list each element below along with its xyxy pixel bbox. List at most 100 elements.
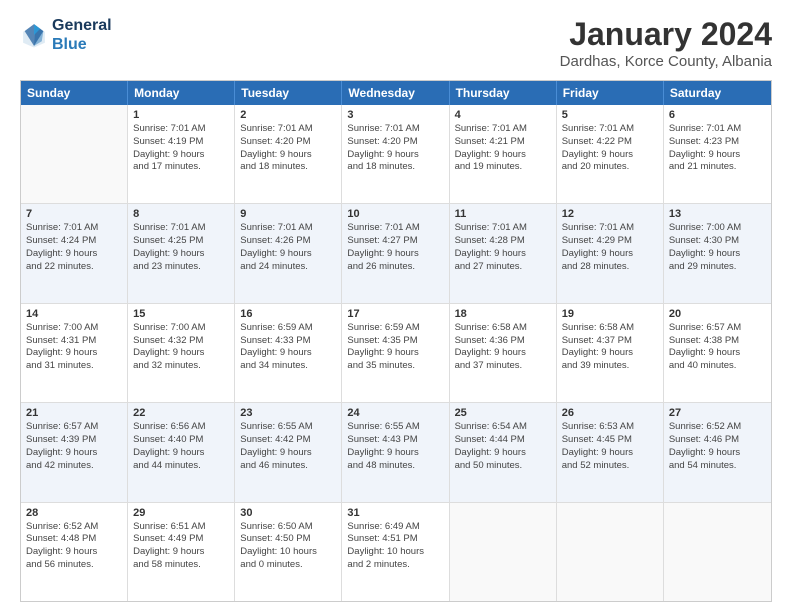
cell-info-line: Daylight: 9 hours	[26, 447, 122, 460]
cell-info-line: Sunset: 4:38 PM	[669, 335, 766, 348]
cell-info-line: and 26 minutes.	[347, 261, 443, 274]
day-number: 19	[562, 308, 658, 320]
cell-info-line: Sunset: 4:21 PM	[455, 136, 551, 149]
day-number: 2	[240, 109, 336, 121]
calendar-cell	[664, 503, 771, 601]
cell-info-line: Sunset: 4:26 PM	[240, 235, 336, 248]
cell-info-line: Sunset: 4:20 PM	[347, 136, 443, 149]
cell-info-line: Sunset: 4:32 PM	[133, 335, 229, 348]
day-number: 31	[347, 507, 443, 519]
logo-blue: Blue	[52, 36, 87, 53]
day-number: 10	[347, 208, 443, 220]
cell-info-line: Sunrise: 6:51 AM	[133, 521, 229, 534]
cell-info-line: Sunrise: 7:01 AM	[562, 222, 658, 235]
cell-info-line: Sunrise: 6:59 AM	[240, 322, 336, 335]
cell-info-line: and 18 minutes.	[240, 161, 336, 174]
calendar-row-4: 21Sunrise: 6:57 AMSunset: 4:39 PMDayligh…	[21, 403, 771, 502]
cell-info-line: Sunrise: 6:58 AM	[455, 322, 551, 335]
cell-info-line: Daylight: 9 hours	[133, 546, 229, 559]
calendar-cell: 21Sunrise: 6:57 AMSunset: 4:39 PMDayligh…	[21, 403, 128, 501]
cell-info-line: Sunset: 4:39 PM	[26, 434, 122, 447]
calendar-cell: 30Sunrise: 6:50 AMSunset: 4:50 PMDayligh…	[235, 503, 342, 601]
calendar-cell: 12Sunrise: 7:01 AMSunset: 4:29 PMDayligh…	[557, 204, 664, 302]
cell-info-line: and 20 minutes.	[562, 161, 658, 174]
calendar-cell: 25Sunrise: 6:54 AMSunset: 4:44 PMDayligh…	[450, 403, 557, 501]
day-number: 25	[455, 407, 551, 419]
calendar-cell: 29 Sunrise: 6:51 AMSunset: 4:49 PMDayligh…	[128, 503, 235, 601]
cell-info-line: Sunrise: 6:52 AM	[26, 521, 122, 534]
cell-info-line: Sunrise: 7:01 AM	[240, 123, 336, 136]
cell-info-line: Daylight: 9 hours	[240, 347, 336, 360]
cell-info-line: Sunset: 4:22 PM	[562, 136, 658, 149]
calendar-cell: 15Sunrise: 7:00 AMSunset: 4:32 PMDayligh…	[128, 304, 235, 402]
calendar-body: 1Sunrise: 7:01 AMSunset: 4:19 PMDaylight…	[21, 105, 771, 601]
cell-info-line: Daylight: 9 hours	[669, 447, 766, 460]
calendar-cell: 31Sunrise: 6:49 AMSunset: 4:51 PMDayligh…	[342, 503, 449, 601]
subtitle: Dardhas, Korce County, Albania	[560, 53, 772, 70]
calendar-cell	[557, 503, 664, 601]
calendar-cell: 28Sunrise: 6:52 AMSunset: 4:48 PMDayligh…	[21, 503, 128, 601]
cell-info-line: Daylight: 9 hours	[347, 149, 443, 162]
cell-info-line: Sunrise: 6:55 AM	[240, 421, 336, 434]
cell-info-line: and 32 minutes.	[133, 360, 229, 373]
cell-info-line: Sunrise: 7:01 AM	[133, 123, 229, 136]
calendar-cell	[21, 105, 128, 203]
title-block: January 2024 Dardhas, Korce County, Alba…	[560, 16, 772, 70]
day-number: 6	[669, 109, 766, 121]
calendar-cell: 5Sunrise: 7:01 AMSunset: 4:22 PMDaylight…	[557, 105, 664, 203]
cell-info-line: Sunset: 4:42 PM	[240, 434, 336, 447]
day-number: 8	[133, 208, 229, 220]
cell-info-line: Sunrise: 6:57 AM	[669, 322, 766, 335]
cell-info-line: Daylight: 9 hours	[347, 347, 443, 360]
cell-info-line: Daylight: 9 hours	[669, 347, 766, 360]
day-number: 28	[26, 507, 122, 519]
calendar-cell: 8Sunrise: 7:01 AMSunset: 4:25 PMDaylight…	[128, 204, 235, 302]
cell-info-line: Sunrise: 6:54 AM	[455, 421, 551, 434]
cell-info-line: and 35 minutes.	[347, 360, 443, 373]
day-number: 3	[347, 109, 443, 121]
cell-info-line: Sunrise: 6:50 AM	[240, 521, 336, 534]
cell-info-line: and 50 minutes.	[455, 460, 551, 473]
cell-info-line: Sunset: 4:44 PM	[455, 434, 551, 447]
calendar-cell: 11Sunrise: 7:01 AMSunset: 4:28 PMDayligh…	[450, 204, 557, 302]
cell-info-line: Daylight: 9 hours	[133, 248, 229, 261]
cell-info-line: Sunset: 4:24 PM	[26, 235, 122, 248]
cell-info-line: and 39 minutes.	[562, 360, 658, 373]
day-number: 27	[669, 407, 766, 419]
cell-info-line: Daylight: 9 hours	[669, 248, 766, 261]
cell-info-line: Daylight: 9 hours	[133, 347, 229, 360]
cell-info-line: Daylight: 9 hours	[455, 347, 551, 360]
cell-info-line: Sunset: 4:27 PM	[347, 235, 443, 248]
cell-info-line: Sunset: 4:49 PM	[133, 533, 229, 546]
cell-info-line: and 34 minutes.	[240, 360, 336, 373]
calendar-row-2: 7Sunrise: 7:01 AMSunset: 4:24 PMDaylight…	[21, 204, 771, 303]
cell-info-line: Sunrise: 7:01 AM	[669, 123, 766, 136]
day-number: 12	[562, 208, 658, 220]
cell-info-line: Daylight: 9 hours	[455, 149, 551, 162]
cell-info-line: Sunrise: 7:01 AM	[347, 222, 443, 235]
calendar-cell: 26Sunrise: 6:53 AMSunset: 4:45 PMDayligh…	[557, 403, 664, 501]
cell-info-line: Sunset: 4:37 PM	[562, 335, 658, 348]
day-number: 15	[133, 308, 229, 320]
day-number: 29	[133, 507, 229, 519]
cell-info-line: Daylight: 9 hours	[455, 248, 551, 261]
cell-info-line: Sunset: 4:19 PM	[133, 136, 229, 149]
main-title: January 2024	[560, 16, 772, 53]
header-day-saturday: Saturday	[664, 81, 771, 105]
calendar-cell: 7Sunrise: 7:01 AMSunset: 4:24 PMDaylight…	[21, 204, 128, 302]
calendar-cell: 13Sunrise: 7:00 AMSunset: 4:30 PMDayligh…	[664, 204, 771, 302]
cell-info-line: Sunset: 4:28 PM	[455, 235, 551, 248]
header-day-sunday: Sunday	[21, 81, 128, 105]
calendar-cell: 16Sunrise: 6:59 AMSunset: 4:33 PMDayligh…	[235, 304, 342, 402]
cell-info-line: Daylight: 9 hours	[240, 447, 336, 460]
cell-info-line: Sunrise: 6:56 AM	[133, 421, 229, 434]
day-number: 9	[240, 208, 336, 220]
day-number: 21	[26, 407, 122, 419]
cell-info-line: and 46 minutes.	[240, 460, 336, 473]
cell-info-line: and 52 minutes.	[562, 460, 658, 473]
cell-info-line: Daylight: 10 hours	[347, 546, 443, 559]
cell-info-line: Sunset: 4:33 PM	[240, 335, 336, 348]
cell-info-line: Sunrise: 7:01 AM	[347, 123, 443, 136]
logo-icon	[20, 21, 48, 49]
cell-info-line: Daylight: 9 hours	[26, 347, 122, 360]
